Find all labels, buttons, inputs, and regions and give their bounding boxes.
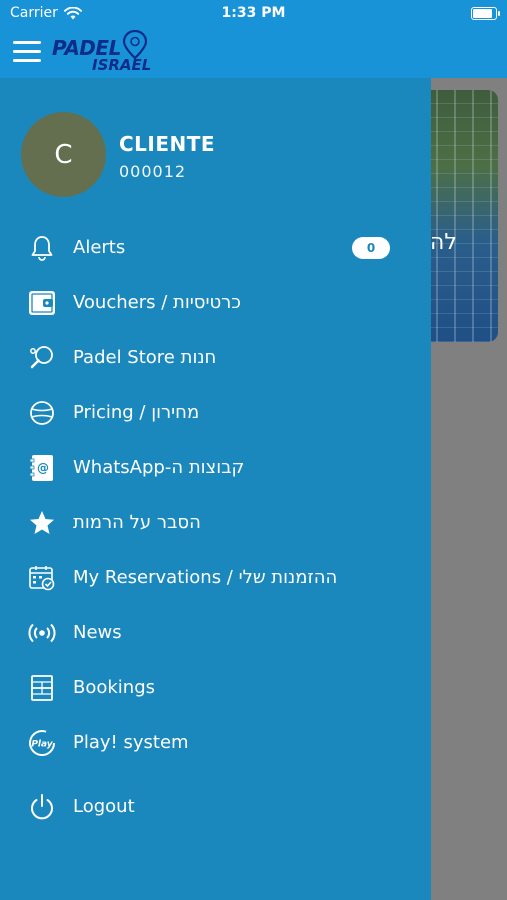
battery-fill — [473, 9, 492, 18]
alerts-count-badge: 0 — [352, 237, 390, 259]
calendar-icon — [27, 563, 57, 593]
svg-text:Play: Play — [31, 740, 53, 750]
menu-label-pricing: Pricing / מחירון — [73, 402, 200, 423]
menu-item-vouchers[interactable]: Vouchers / כרטיסיות — [0, 278, 431, 328]
menu-label-vouchers: Vouchers / כרטיסיות — [73, 292, 241, 313]
menu-item-padel-store[interactable]: Padel Store חנות — [0, 333, 431, 383]
menu-item-logout[interactable]: Logout — [0, 782, 431, 832]
status-bar: Carrier 1:33 PM — [0, 0, 507, 28]
app-header: PADEL ISRAEL — [0, 28, 507, 78]
menu-item-play-system[interactable]: Play Play! system — [0, 718, 431, 768]
star-icon — [27, 508, 57, 538]
avatar-initial: C — [54, 139, 73, 170]
play-system-icon: Play — [27, 728, 57, 758]
battery-icon — [471, 7, 500, 20]
card-title-fragment: לה — [430, 230, 457, 255]
broadcast-icon — [27, 618, 57, 648]
menu-label-my-reservations: My Reservations / ההזמנות שלי — [73, 567, 338, 588]
location-pin-icon — [122, 30, 148, 60]
menu-label-levels-explanation: הסבר על הרמות — [73, 512, 201, 533]
power-icon — [27, 792, 57, 822]
hamburger-menu-icon[interactable] — [13, 41, 41, 63]
menu-label-padel-store: Padel Store חנות — [73, 347, 217, 368]
bell-icon — [27, 233, 57, 263]
ball-icon — [27, 398, 57, 428]
court-icon — [27, 673, 57, 703]
racket-icon — [27, 343, 57, 373]
padel-israel-logo: PADEL ISRAEL — [52, 28, 162, 78]
menu-item-news[interactable]: News — [0, 608, 431, 658]
menu-item-bookings[interactable]: Bookings — [0, 663, 431, 713]
user-code: 000012 — [119, 162, 187, 181]
svg-text:@: @ — [37, 461, 49, 475]
side-drawer: C CLIENTE 000012 Alerts 0 Vouchers / כרט… — [0, 78, 431, 900]
menu-item-whatsapp-groups[interactable]: @ WhatsApp-קבוצות ה — [0, 443, 431, 493]
clock: 1:33 PM — [221, 5, 286, 21]
menu-label-bookings: Bookings — [73, 677, 156, 698]
avatar: C — [21, 112, 106, 197]
menu-label-news: News — [73, 622, 122, 643]
menu-item-my-reservations[interactable]: My Reservations / ההזמנות שלי — [0, 553, 431, 603]
menu-label-whatsapp-groups: WhatsApp-קבוצות ה — [73, 457, 245, 478]
menu-label-logout: Logout — [73, 796, 135, 817]
menu-item-levels-explanation[interactable]: הסבר על הרמות — [0, 498, 431, 548]
menu-item-pricing[interactable]: Pricing / מחירון — [0, 388, 431, 438]
menu-label-play-system: Play! system — [73, 732, 189, 753]
menu-label-alerts: Alerts — [73, 237, 126, 258]
wallet-icon — [27, 288, 57, 318]
contacts-book-icon: @ — [27, 453, 57, 483]
menu-item-alerts[interactable]: Alerts 0 — [0, 223, 431, 273]
user-name: CLIENTE — [119, 132, 216, 156]
